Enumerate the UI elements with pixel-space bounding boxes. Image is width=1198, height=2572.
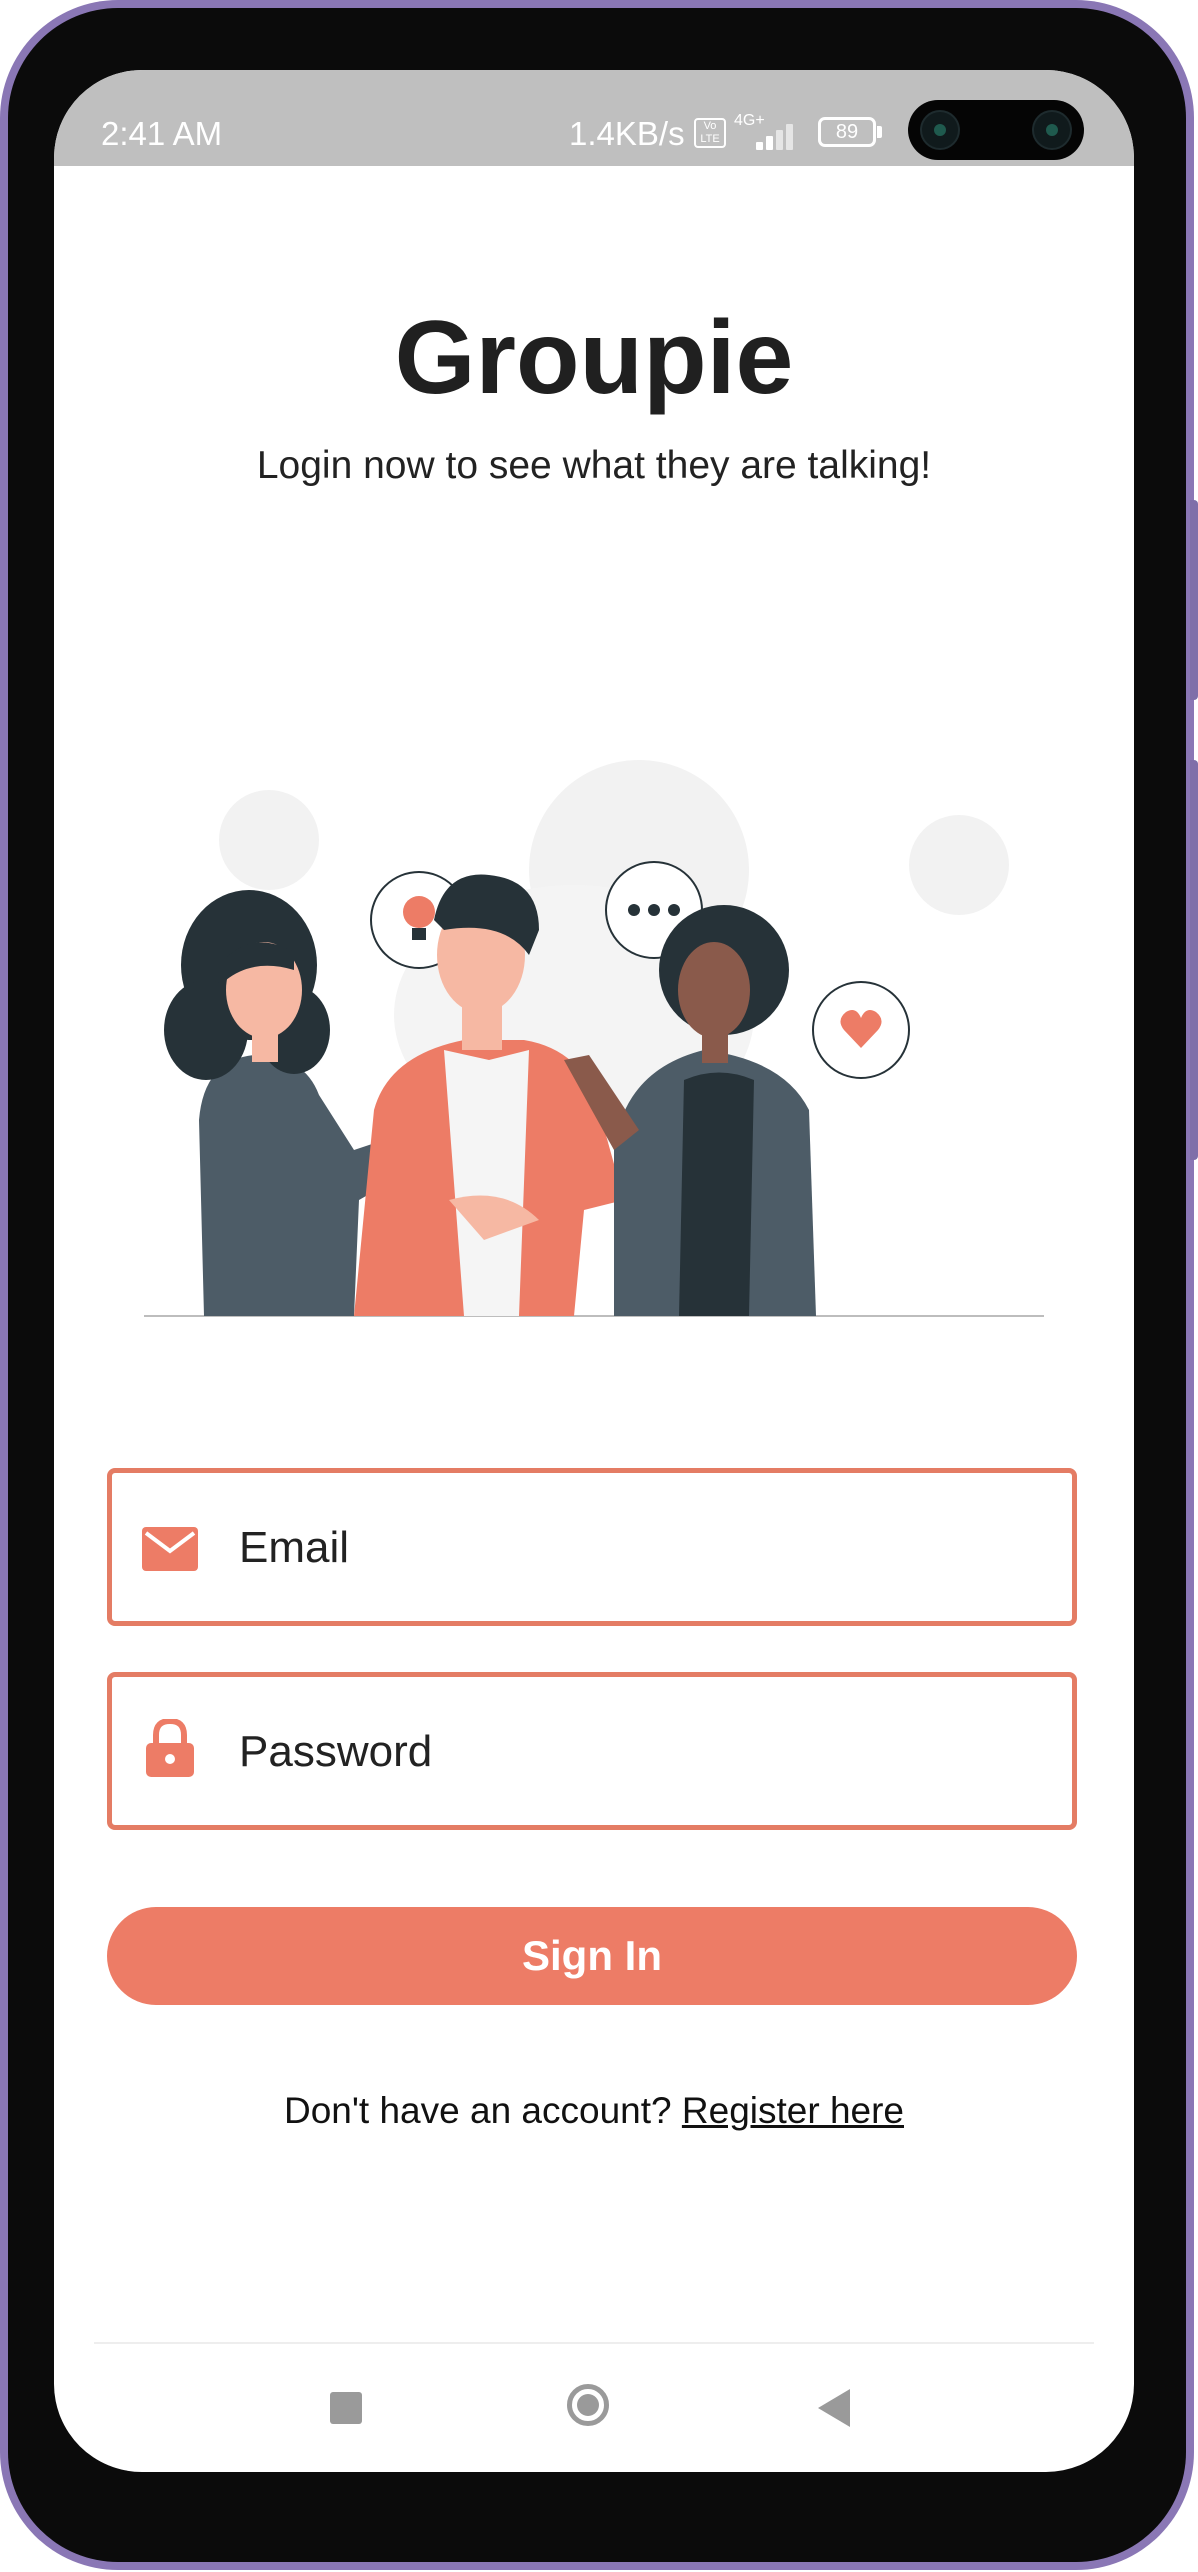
email-field[interactable] (107, 1468, 1077, 1626)
email-input[interactable] (239, 1505, 1039, 1591)
password-input[interactable] (239, 1709, 1039, 1795)
power-button (1190, 500, 1198, 700)
network-speed: 1.4KB/s (569, 115, 685, 152)
nav-divider (94, 2342, 1094, 2344)
status-bar: 2:41 AM 1.4KB/s Vo LTE 4G+ 89 (54, 70, 1134, 166)
square-icon[interactable] (330, 2392, 362, 2424)
volte-icon: Vo LTE (694, 118, 726, 148)
battery-tip (877, 126, 882, 138)
status-time: 2:41 AM (101, 115, 223, 152)
camera-lens-icon (1032, 110, 1072, 150)
app-subtitle: Login now to see what they are talking! (256, 444, 932, 487)
register-prompt-line: Don't have an account? Register here (54, 2087, 1134, 2135)
app-title: Groupie (394, 300, 794, 416)
camera-lens-icon (920, 110, 960, 150)
screen: 2:41 AM 1.4KB/s Vo LTE 4G+ 89 Groupie Lo… (54, 70, 1134, 2472)
signal-icon (756, 120, 802, 150)
camera-cutout (908, 100, 1084, 160)
circle-icon[interactable] (567, 2384, 609, 2426)
register-link[interactable]: Register here (682, 2090, 904, 2131)
sign-in-button[interactable]: Sign In (107, 1907, 1077, 2005)
lock-icon (146, 1719, 194, 1777)
battery-icon: 89 (818, 117, 876, 147)
triangle-back-icon[interactable] (818, 2389, 850, 2427)
mail-icon (142, 1527, 198, 1571)
password-field[interactable] (107, 1672, 1077, 1830)
register-prompt-text: Don't have an account? (283, 2090, 682, 2131)
people-talking-illustration (144, 760, 1044, 1317)
volume-button (1190, 760, 1198, 1160)
